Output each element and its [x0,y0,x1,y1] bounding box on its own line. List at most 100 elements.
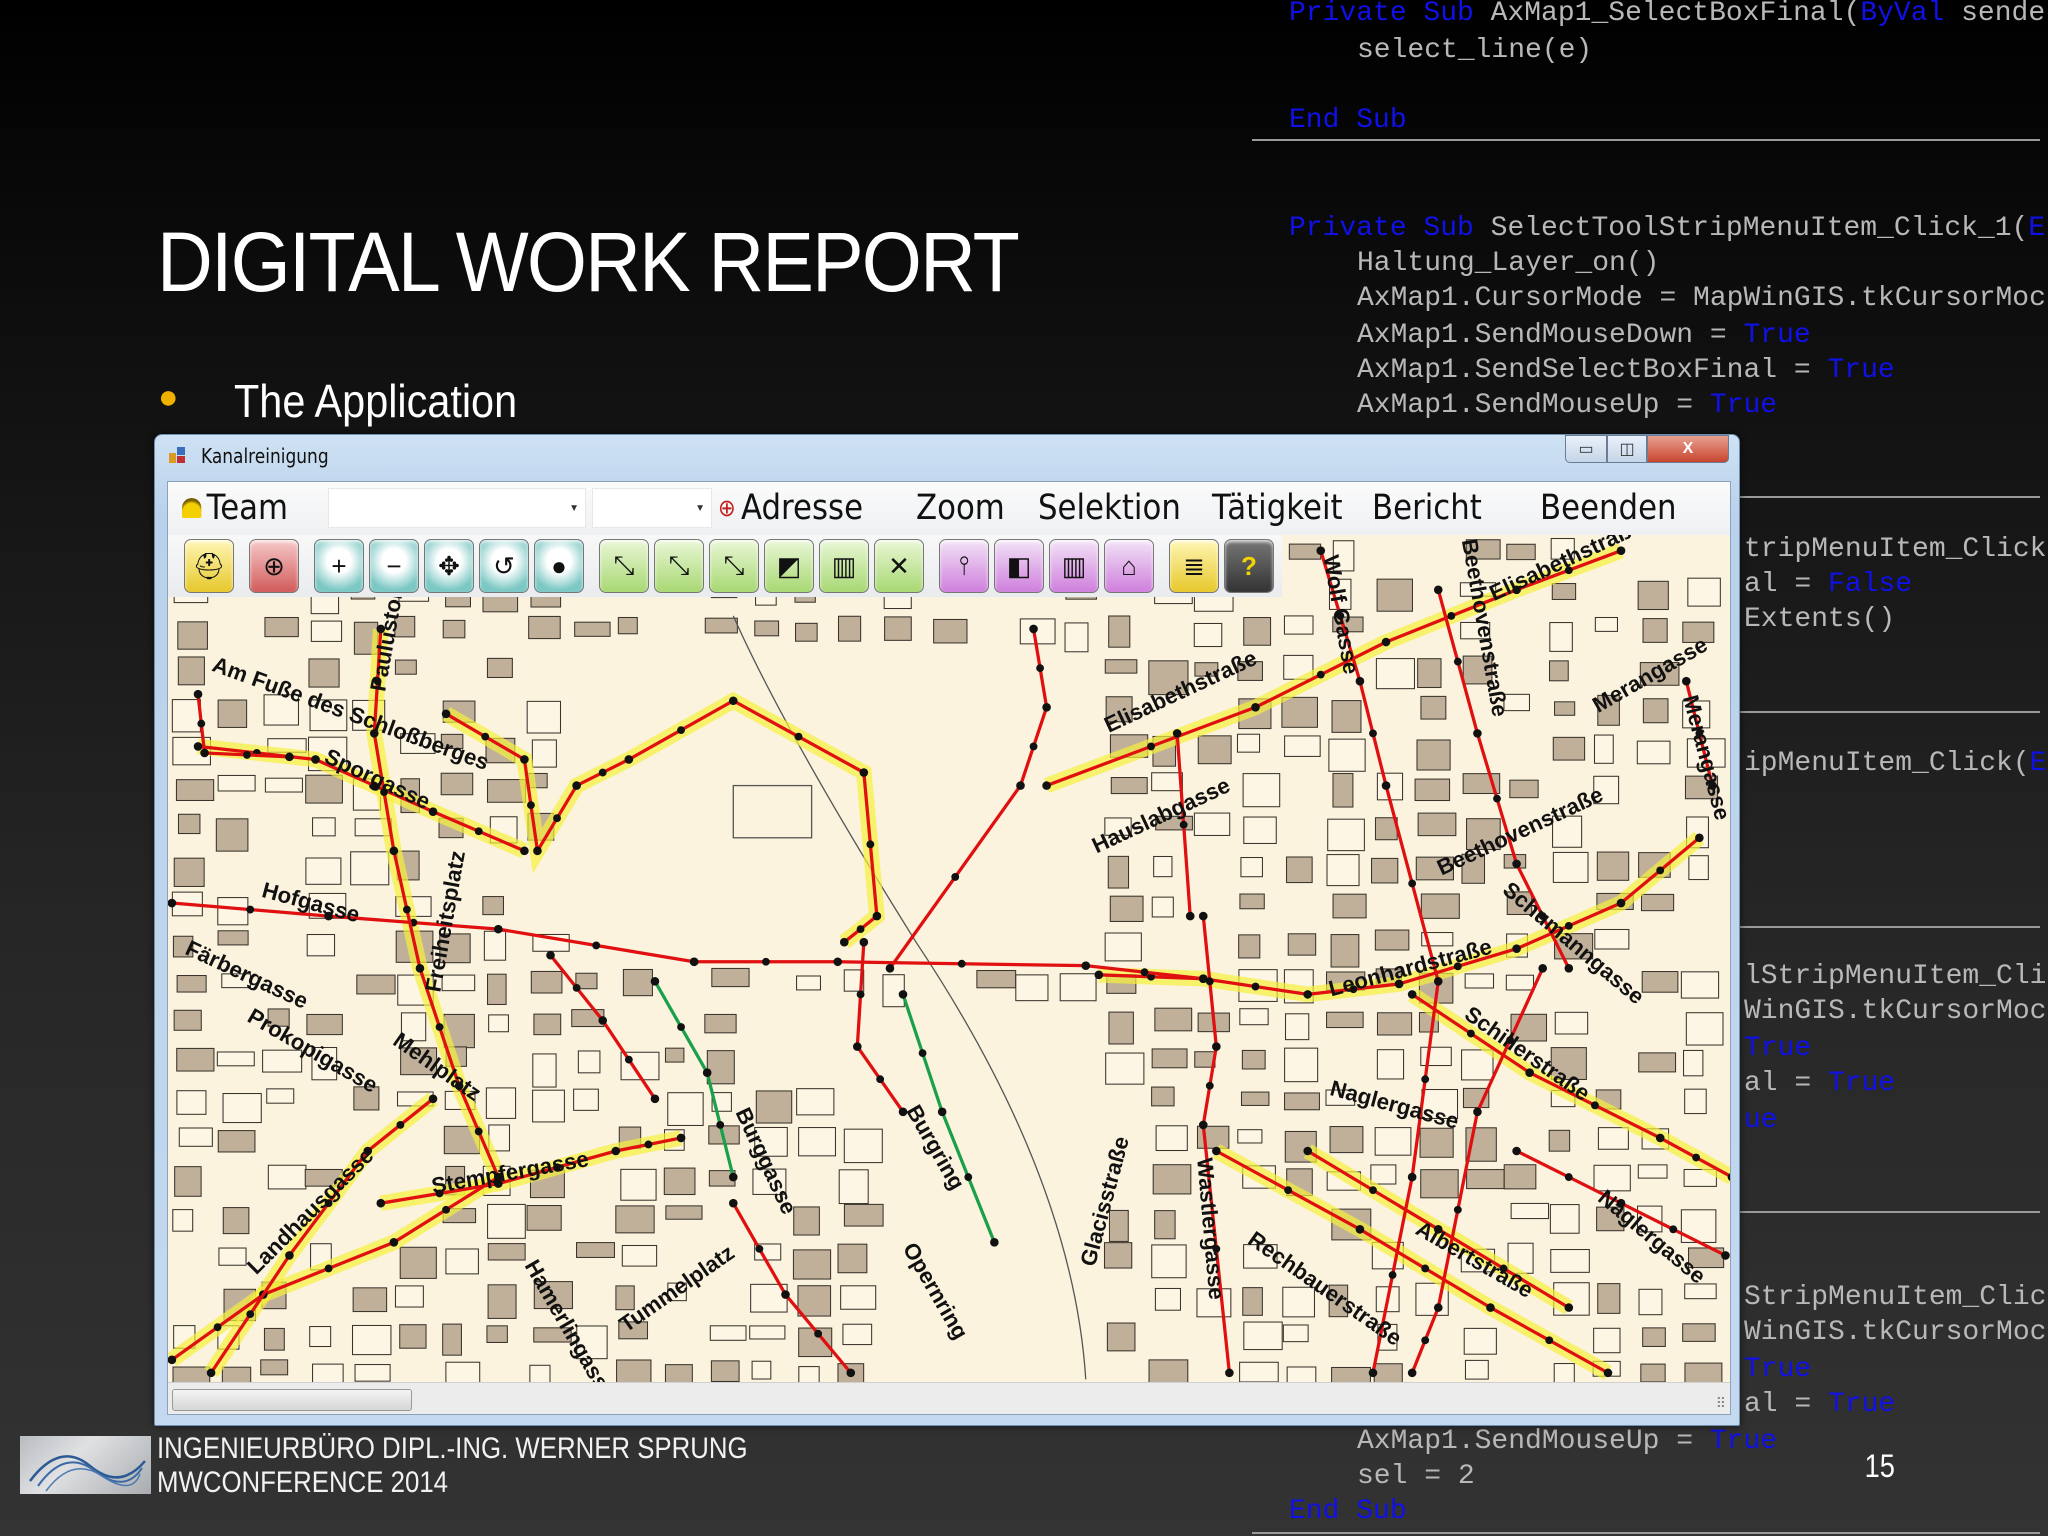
code-line: tripMenuItem_Click [1744,533,2046,567]
building [309,1326,332,1348]
manhole [1381,637,1391,647]
building [1554,701,1576,716]
building [795,622,818,642]
building [217,930,249,946]
horizontal-scrollbar[interactable]: ⠿ [168,1382,1730,1414]
manhole [833,957,843,967]
code-line: AxMap1.SendMouseUp = True [1357,1425,1777,1459]
menu-team[interactable]: Team [182,488,288,528]
manhole [650,977,660,986]
manhole [876,1075,885,1084]
crosshair-button[interactable]: ⊕ [249,539,299,593]
manhole [624,1055,633,1064]
building [1284,735,1321,757]
menu-report[interactable]: Bericht [1372,488,1482,528]
building [1594,928,1630,950]
grate-button[interactable]: ▥ [1049,539,1099,593]
second-combobox[interactable]: ▼ [592,488,712,528]
helmet-button[interactable]: ⛑ [184,539,234,593]
map-canvas[interactable]: Am Fuße des SchloßbergesPaulustorSporgas… [168,535,1731,1382]
select-grid-icon: ▥ [831,550,857,581]
building [1683,1049,1704,1077]
bullet-icon: ● [158,378,179,416]
code-text: Extents() [1744,604,1896,635]
menu-activity[interactable]: Tätigkeit [1212,488,1343,528]
manhole [1453,1205,1462,1214]
building [1238,934,1261,959]
building [1110,777,1148,795]
building [1642,698,1669,724]
code-line: Extents() [1744,603,1895,637]
title-bar[interactable]: Kanalreinigung ▭ ◫ X [155,435,1739,475]
manhole [859,937,869,947]
manhole [1205,1081,1214,1090]
menu-address-label: Adresse [740,488,864,528]
team-combobox[interactable]: ▼ [328,488,586,528]
code-text: ipMenuItem_Click( [1744,748,2030,779]
building [1376,1049,1405,1080]
full-extent-icon: ● [551,550,567,581]
building [798,1366,820,1382]
minimize-button[interactable]: ▭ [1565,435,1607,463]
code-text: AxMap1.SendMouseUp = [1357,1426,1710,1457]
manhole [814,1329,823,1338]
manhole [285,752,294,762]
manhole [527,801,535,810]
manhole [1564,963,1574,973]
clear-selection-button[interactable]: ✕ [874,539,924,593]
close-button[interactable]: X [1647,435,1729,463]
building [312,1363,344,1382]
manhole [856,990,865,999]
building [1553,1363,1575,1382]
zoom-previous-icon: ↺ [493,550,515,581]
manhole [937,1107,947,1117]
manhole [520,846,529,856]
code-text: SelectToolStripMenuItem_Click_1( [1473,213,2029,244]
building [442,619,466,639]
building [704,617,738,634]
manhole [1695,833,1704,843]
manhole [1616,898,1626,908]
building [1015,974,1049,1002]
remove-selection-button[interactable]: ⤡ [709,539,759,593]
menu-selection[interactable]: Selektion [1038,488,1181,528]
building [751,1360,772,1380]
menu-exit[interactable]: Beenden [1540,488,1677,528]
zoom-in-button[interactable]: + [314,539,364,593]
select-pipe-button[interactable]: ⤡ [599,539,649,593]
building [266,1088,295,1104]
maximize-button[interactable]: ◫ [1607,435,1647,463]
add-selection-button[interactable]: ⤡ [654,539,704,593]
scrollbar-thumb[interactable] [172,1389,412,1411]
code-keyword: E [2029,748,2047,779]
building [616,1359,652,1382]
building [1154,1210,1176,1240]
manhole-button[interactable]: ⫯ [939,539,989,593]
building [1281,696,1318,728]
resize-grip-icon[interactable]: ⠿ [1716,1395,1726,1412]
menu-zoom[interactable]: Zoom [916,488,1005,528]
manhole [1081,961,1091,970]
building [1370,1164,1397,1185]
select-box-button[interactable]: ◩ [764,539,814,593]
building [1420,695,1447,720]
manhole [1212,1042,1221,1051]
crosshair-icon: ⊕ [263,550,285,581]
building [1151,1086,1175,1107]
report-button[interactable]: ≣ [1169,539,1219,593]
manhole [1284,1186,1293,1195]
camera-button[interactable]: ◧ [994,539,1044,593]
zoom-out-button[interactable]: − [369,539,419,593]
house-button[interactable]: ⌂ [1104,539,1154,593]
select-grid-button[interactable]: ▥ [819,539,869,593]
help-button[interactable]: ? [1224,539,1274,593]
pan-button[interactable]: ✥ [424,539,474,593]
full-extent-button[interactable]: ● [534,539,584,593]
app-window: Kanalreinigung ▭ ◫ X Am Fuße des Schloßb… [154,434,1740,1426]
code-keyword: True [1828,1389,1896,1420]
menu-address[interactable]: ⊕ Adresse [718,488,863,528]
manhole [1512,859,1521,869]
building [1151,1048,1188,1069]
zoom-previous-button[interactable]: ↺ [479,539,529,593]
building [308,658,340,688]
